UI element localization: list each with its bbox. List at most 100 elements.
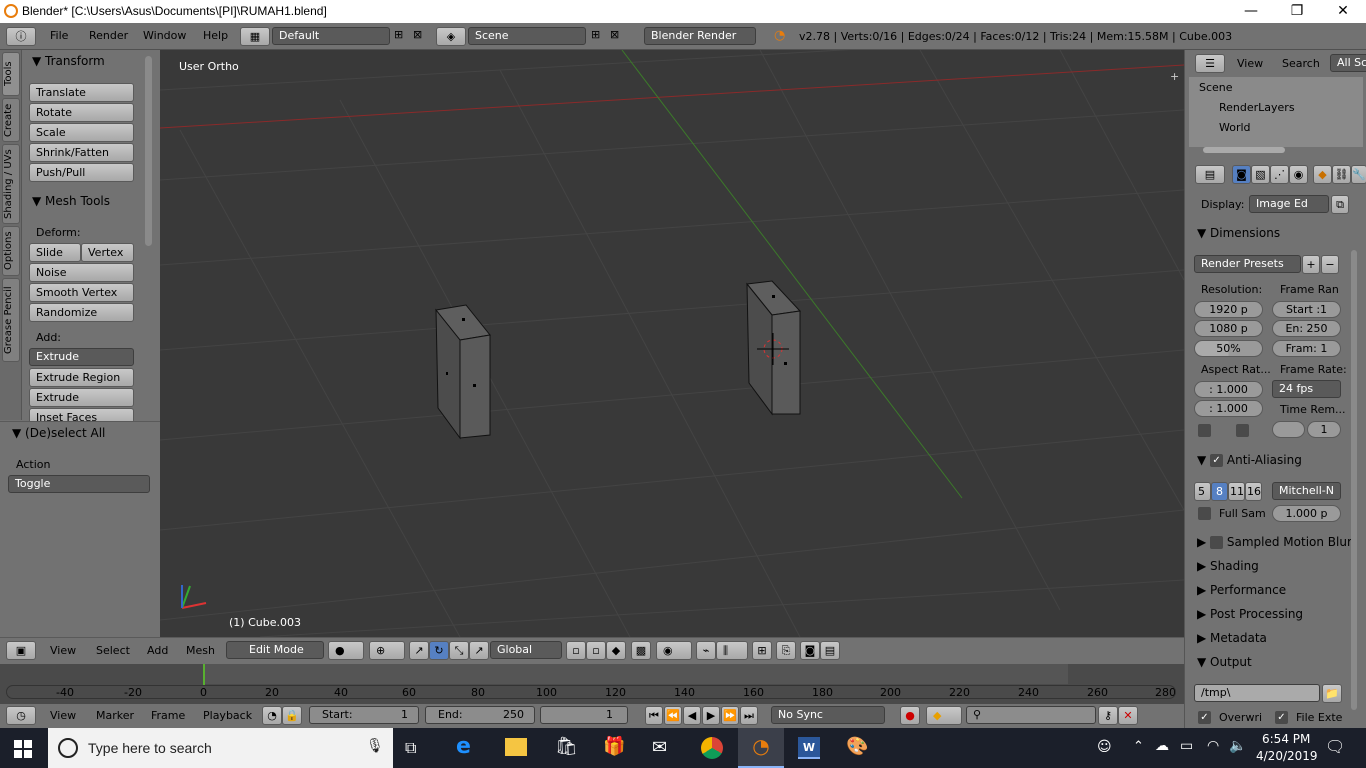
edge-select-icon[interactable]: ▫: [586, 641, 606, 660]
menu-file[interactable]: File: [50, 29, 68, 42]
editor-type-icon[interactable]: ⓘ: [6, 27, 36, 46]
outliner-filter-select[interactable]: All Sc: [1330, 54, 1366, 72]
file-extensions-checkbox[interactable]: ✓: [1275, 711, 1288, 724]
insert-keyframe-icon[interactable]: ⚷: [1098, 706, 1118, 725]
gift-icon[interactable]: 🎁: [603, 736, 625, 757]
resolution-x-field[interactable]: 1920 p: [1194, 301, 1263, 318]
region-toggle-icon[interactable]: +: [1170, 70, 1179, 83]
tab-grease-pencil[interactable]: Grease Pencil: [2, 278, 20, 362]
tab-tools[interactable]: Tools: [2, 52, 20, 96]
show-hidden-icons-icon[interactable]: ⌃: [1133, 739, 1144, 754]
paint-icon[interactable]: 🎨: [846, 736, 868, 757]
manipulator-translate-icon[interactable]: ↗: [409, 641, 429, 660]
render-presets-select[interactable]: Render Presets: [1194, 255, 1301, 273]
preview-range-icon[interactable]: ◔: [262, 706, 282, 725]
auto-keyframe-icon[interactable]: ●: [900, 706, 920, 725]
current-frame-field[interactable]: 1: [540, 706, 628, 724]
performance-panel-header[interactable]: ▶ Performance: [1197, 583, 1286, 597]
render-animation-icon[interactable]: ▤: [820, 641, 840, 660]
sync-mode-select[interactable]: No Sync: [771, 706, 885, 724]
viewport-shading-select[interactable]: ●: [328, 641, 364, 660]
outliner-scrollbar[interactable]: [1203, 147, 1285, 153]
time-remap-old-field[interactable]: [1272, 421, 1305, 438]
deselect-all-header[interactable]: ▼ (De)select All: [12, 426, 105, 440]
scene-icon[interactable]: ◈: [436, 27, 466, 46]
modifiers-tab-icon[interactable]: 🔧: [1351, 165, 1366, 184]
editor-type-timeline-icon[interactable]: ◷: [6, 706, 36, 725]
vertex-slide-button[interactable]: Vertex: [81, 243, 134, 262]
mode-select[interactable]: Edit Mode: [226, 641, 324, 659]
world-tab-icon[interactable]: ◉: [1289, 165, 1308, 184]
scene-field[interactable]: Scene: [468, 27, 586, 45]
scale-button[interactable]: Scale: [29, 123, 134, 142]
occlude-geometry-icon[interactable]: ▩: [631, 641, 651, 660]
manipulator-rotate-icon[interactable]: ↻: [429, 641, 449, 660]
mail-icon[interactable]: ✉: [652, 737, 667, 758]
overwrite-checkbox[interactable]: ✓: [1198, 711, 1211, 724]
anti-aliasing-panel-header[interactable]: ▼ ✓ Anti-Aliasing: [1197, 453, 1302, 467]
shading-panel-header[interactable]: ▶ Shading: [1197, 559, 1259, 573]
remove-preset-icon[interactable]: −: [1321, 255, 1339, 274]
aa-samples-5[interactable]: 5: [1194, 482, 1211, 501]
menu-select[interactable]: Select: [96, 644, 130, 657]
manipulator-scale-icon[interactable]: ⤡: [449, 641, 469, 660]
shrink-fatten-button[interactable]: Shrink/Fatten: [29, 143, 134, 162]
tab-options[interactable]: Options: [2, 226, 20, 276]
vertex-select-icon[interactable]: ▫: [566, 641, 586, 660]
tab-shading-uvs[interactable]: Shading / UVs: [2, 144, 20, 224]
menu-render[interactable]: Render: [89, 29, 128, 42]
smooth-vertex-button[interactable]: Smooth Vertex: [29, 283, 134, 302]
render-view-icon[interactable]: ⧉: [1331, 195, 1349, 214]
frame-rate-select[interactable]: 24 fps: [1272, 380, 1341, 398]
outliner-editor-icon[interactable]: ☰: [1195, 54, 1225, 73]
maximize-button[interactable]: ❐: [1274, 0, 1320, 23]
play-icon[interactable]: ▶: [702, 706, 720, 725]
active-keying-set-field[interactable]: ⚲: [966, 706, 1096, 724]
remove-screen-icon[interactable]: ⊠: [413, 28, 422, 41]
menu-view[interactable]: View: [50, 709, 76, 722]
tool-shelf-scrollbar[interactable]: [145, 56, 152, 246]
screen-layout-field[interactable]: Default: [272, 27, 390, 45]
battery-icon[interactable]: ▭: [1180, 738, 1193, 754]
properties-scrollbar[interactable]: [1351, 250, 1357, 710]
chrome-icon[interactable]: [701, 737, 723, 759]
keying-set-select[interactable]: ◆: [926, 706, 962, 725]
screen-layout-icon[interactable]: ▦: [240, 27, 270, 46]
copy-icon[interactable]: ⎘: [776, 641, 796, 660]
add-screen-icon[interactable]: ⊞: [394, 28, 403, 41]
dimensions-panel-header[interactable]: ▼ Dimensions: [1197, 226, 1280, 240]
minimize-button[interactable]: —: [1228, 0, 1274, 23]
play-reverse-icon[interactable]: ◀: [683, 706, 701, 725]
clock-date[interactable]: 4/20/2019: [1256, 749, 1318, 763]
3d-viewport[interactable]: User Ortho (1) Cube.003 +: [160, 50, 1184, 637]
orientation-select[interactable]: Global: [490, 641, 562, 659]
menu-help[interactable]: Help: [203, 29, 228, 42]
aa-samples-16[interactable]: 16: [1245, 482, 1262, 501]
aspect-y-field[interactable]: : 1.000: [1194, 400, 1263, 417]
add-preset-icon[interactable]: +: [1302, 255, 1320, 274]
lock-icon[interactable]: 🔒: [282, 706, 302, 725]
edge-browser-icon[interactable]: e: [456, 734, 471, 759]
end-frame-field[interactable]: End: 250: [425, 706, 535, 724]
menu-window[interactable]: Window: [143, 29, 186, 42]
snap-target-icon[interactable]: ⊞: [752, 641, 772, 660]
filter-size-field[interactable]: 1.000 p: [1272, 505, 1341, 522]
output-panel-header[interactable]: ▼ Output: [1197, 655, 1252, 669]
resolution-percent-slider[interactable]: 50%: [1194, 340, 1263, 357]
scene-tab-icon[interactable]: ⋰: [1270, 165, 1289, 184]
menu-playback[interactable]: Playback: [203, 709, 252, 722]
snap-toggle-icon[interactable]: ⌁: [696, 641, 716, 660]
render-opengl-icon[interactable]: ◙: [800, 641, 820, 660]
remove-scene-icon[interactable]: ⊠: [610, 28, 619, 41]
aspect-x-field[interactable]: : 1.000: [1194, 381, 1263, 398]
frame-step-field[interactable]: Fram: 1: [1272, 340, 1341, 357]
render-layers-tab-icon[interactable]: ▧: [1251, 165, 1270, 184]
add-scene-icon[interactable]: ⊞: [591, 28, 600, 41]
extrude-individual-button[interactable]: Extrude Individual: [29, 388, 134, 421]
volume-icon[interactable]: 🔈: [1229, 738, 1246, 754]
randomize-button[interactable]: Randomize: [29, 303, 134, 322]
outliner-search-menu[interactable]: Search: [1282, 57, 1320, 70]
outliner-item-scene[interactable]: Scene: [1199, 81, 1233, 94]
jump-start-icon[interactable]: ⏮: [645, 706, 663, 725]
rotate-button[interactable]: Rotate: [29, 103, 134, 122]
